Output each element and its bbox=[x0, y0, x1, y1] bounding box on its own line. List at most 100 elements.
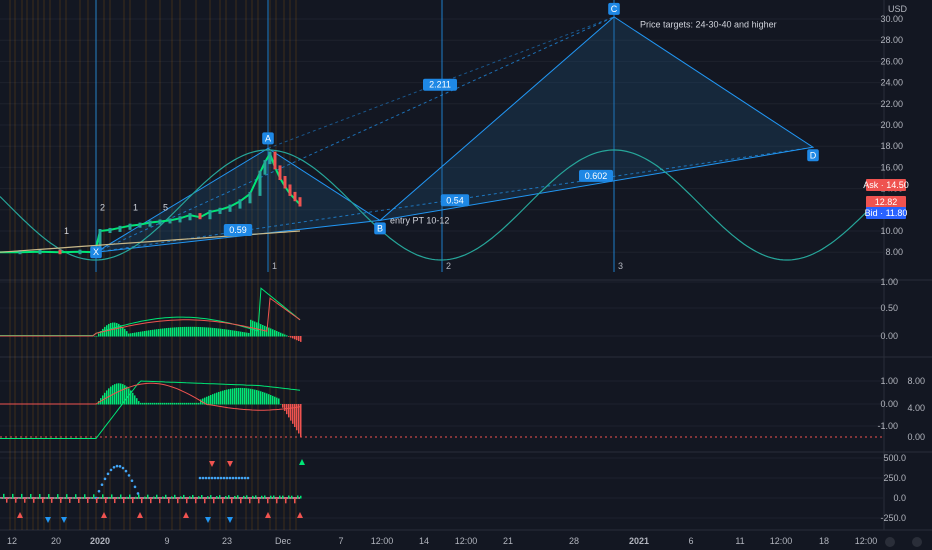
osc1-bar bbox=[218, 328, 220, 337]
x-tick-label: 20 bbox=[51, 536, 61, 546]
osc2-bar bbox=[274, 396, 276, 405]
pattern-point-c: C bbox=[611, 4, 618, 14]
osc3-bar bbox=[87, 498, 89, 503]
osc1-bar bbox=[278, 331, 280, 337]
pattern-point-a: A bbox=[265, 133, 271, 143]
osc3-bar bbox=[258, 498, 260, 504]
osc3-bar bbox=[168, 498, 170, 504]
price-label: 12.82 bbox=[875, 197, 898, 207]
candle bbox=[198, 213, 202, 220]
osc2-bar bbox=[288, 404, 290, 418]
osc1-bar bbox=[152, 329, 154, 337]
osc3-bar bbox=[33, 498, 35, 503]
osc2-bar bbox=[188, 402, 190, 405]
osc3-bar bbox=[63, 497, 65, 499]
y-tick-label: 22.00 bbox=[880, 99, 903, 109]
osc3-bar bbox=[207, 496, 209, 499]
osc2-bar bbox=[262, 391, 264, 405]
osc3-point bbox=[240, 476, 244, 480]
osc1-bar bbox=[122, 326, 124, 337]
osc2-bar bbox=[244, 388, 246, 405]
candle bbox=[268, 151, 272, 165]
osc2-bar bbox=[246, 388, 248, 405]
osc2-bar bbox=[182, 402, 184, 405]
ratio-label: 0.54 bbox=[446, 195, 464, 205]
osc3-bar bbox=[291, 495, 293, 499]
osc3-point bbox=[100, 483, 104, 487]
osc3-point bbox=[207, 476, 211, 480]
osc1-y-tick: 0.00 bbox=[880, 331, 898, 341]
price-label: Ask · 14.50 bbox=[863, 180, 909, 190]
candle bbox=[278, 165, 282, 180]
osc3-bar bbox=[210, 495, 212, 499]
osc1-bar bbox=[124, 328, 126, 337]
x-tick-label: 23 bbox=[222, 536, 232, 546]
candle bbox=[298, 197, 302, 207]
osc3-point bbox=[109, 468, 113, 472]
annotation: 1 bbox=[133, 203, 138, 213]
osc3-point bbox=[243, 476, 247, 480]
osc1-bar bbox=[204, 327, 206, 337]
osc3-bar bbox=[225, 496, 227, 499]
osc2-bar bbox=[196, 402, 198, 405]
osc2-bar bbox=[190, 402, 192, 405]
osc1-bar bbox=[272, 329, 274, 337]
osc3-point bbox=[118, 465, 122, 468]
osc1-bar bbox=[180, 327, 182, 337]
osc3-point bbox=[133, 485, 137, 489]
osc3-bar bbox=[90, 497, 92, 499]
osc2-bar bbox=[178, 402, 180, 405]
y-tick-label: 16.00 bbox=[880, 162, 903, 172]
osc2-bar bbox=[118, 383, 120, 405]
osc2-bar bbox=[122, 384, 124, 405]
osc2-bar bbox=[144, 402, 146, 405]
pattern-triangle-xab bbox=[95, 147, 382, 253]
osc1-bar bbox=[276, 331, 278, 337]
osc3-bar bbox=[6, 498, 8, 503]
osc1-bar bbox=[298, 336, 300, 342]
osc3-bar bbox=[159, 498, 161, 504]
osc1-bar bbox=[200, 327, 202, 337]
osc3-bar bbox=[105, 498, 107, 504]
pattern-point-b: B bbox=[377, 223, 383, 233]
candle bbox=[293, 191, 297, 202]
osc2-bar bbox=[180, 402, 182, 405]
osc1-bar bbox=[270, 328, 272, 337]
osc1-bar bbox=[248, 332, 250, 337]
osc3-bar bbox=[162, 496, 164, 499]
annotation: entry PT 10-12 bbox=[390, 215, 449, 225]
osc2-bar bbox=[248, 388, 250, 405]
candle bbox=[263, 160, 267, 175]
osc3-bar bbox=[0, 498, 2, 499]
osc3-bar bbox=[282, 495, 284, 499]
cycle-lines bbox=[9, 0, 615, 530]
osc3-point bbox=[136, 492, 140, 495]
osc1-bar bbox=[228, 329, 230, 337]
osc2-bar bbox=[120, 383, 122, 405]
candle bbox=[218, 207, 222, 214]
osc3-bar bbox=[216, 496, 218, 499]
osc1-bar bbox=[170, 327, 172, 337]
osc1-bar bbox=[194, 326, 196, 337]
annotation: Price targets: 24-30-40 and higher bbox=[640, 19, 777, 29]
candle bbox=[288, 184, 292, 196]
y-tick-label: 20.00 bbox=[880, 120, 903, 130]
osc3-bar bbox=[72, 497, 74, 499]
osc1-bar bbox=[296, 336, 298, 341]
osc2-bar bbox=[242, 387, 244, 405]
osc3-point bbox=[213, 476, 217, 480]
osc3-bar bbox=[270, 495, 272, 499]
osc3-bar bbox=[156, 494, 158, 499]
osc3-point bbox=[121, 466, 125, 470]
osc1-bar bbox=[224, 329, 226, 337]
signal-triangle bbox=[227, 461, 233, 467]
osc1-bar bbox=[150, 330, 152, 337]
osc2-y-tick-right: 8.00 bbox=[907, 376, 925, 386]
osc3-point bbox=[106, 472, 110, 476]
osc2-bar bbox=[194, 402, 196, 405]
candle bbox=[273, 151, 277, 170]
osc1-bar bbox=[214, 328, 216, 337]
osc1-bar bbox=[290, 336, 292, 338]
osc3-y-tick: 250.0 bbox=[883, 473, 906, 483]
osc3-bar bbox=[297, 495, 299, 499]
